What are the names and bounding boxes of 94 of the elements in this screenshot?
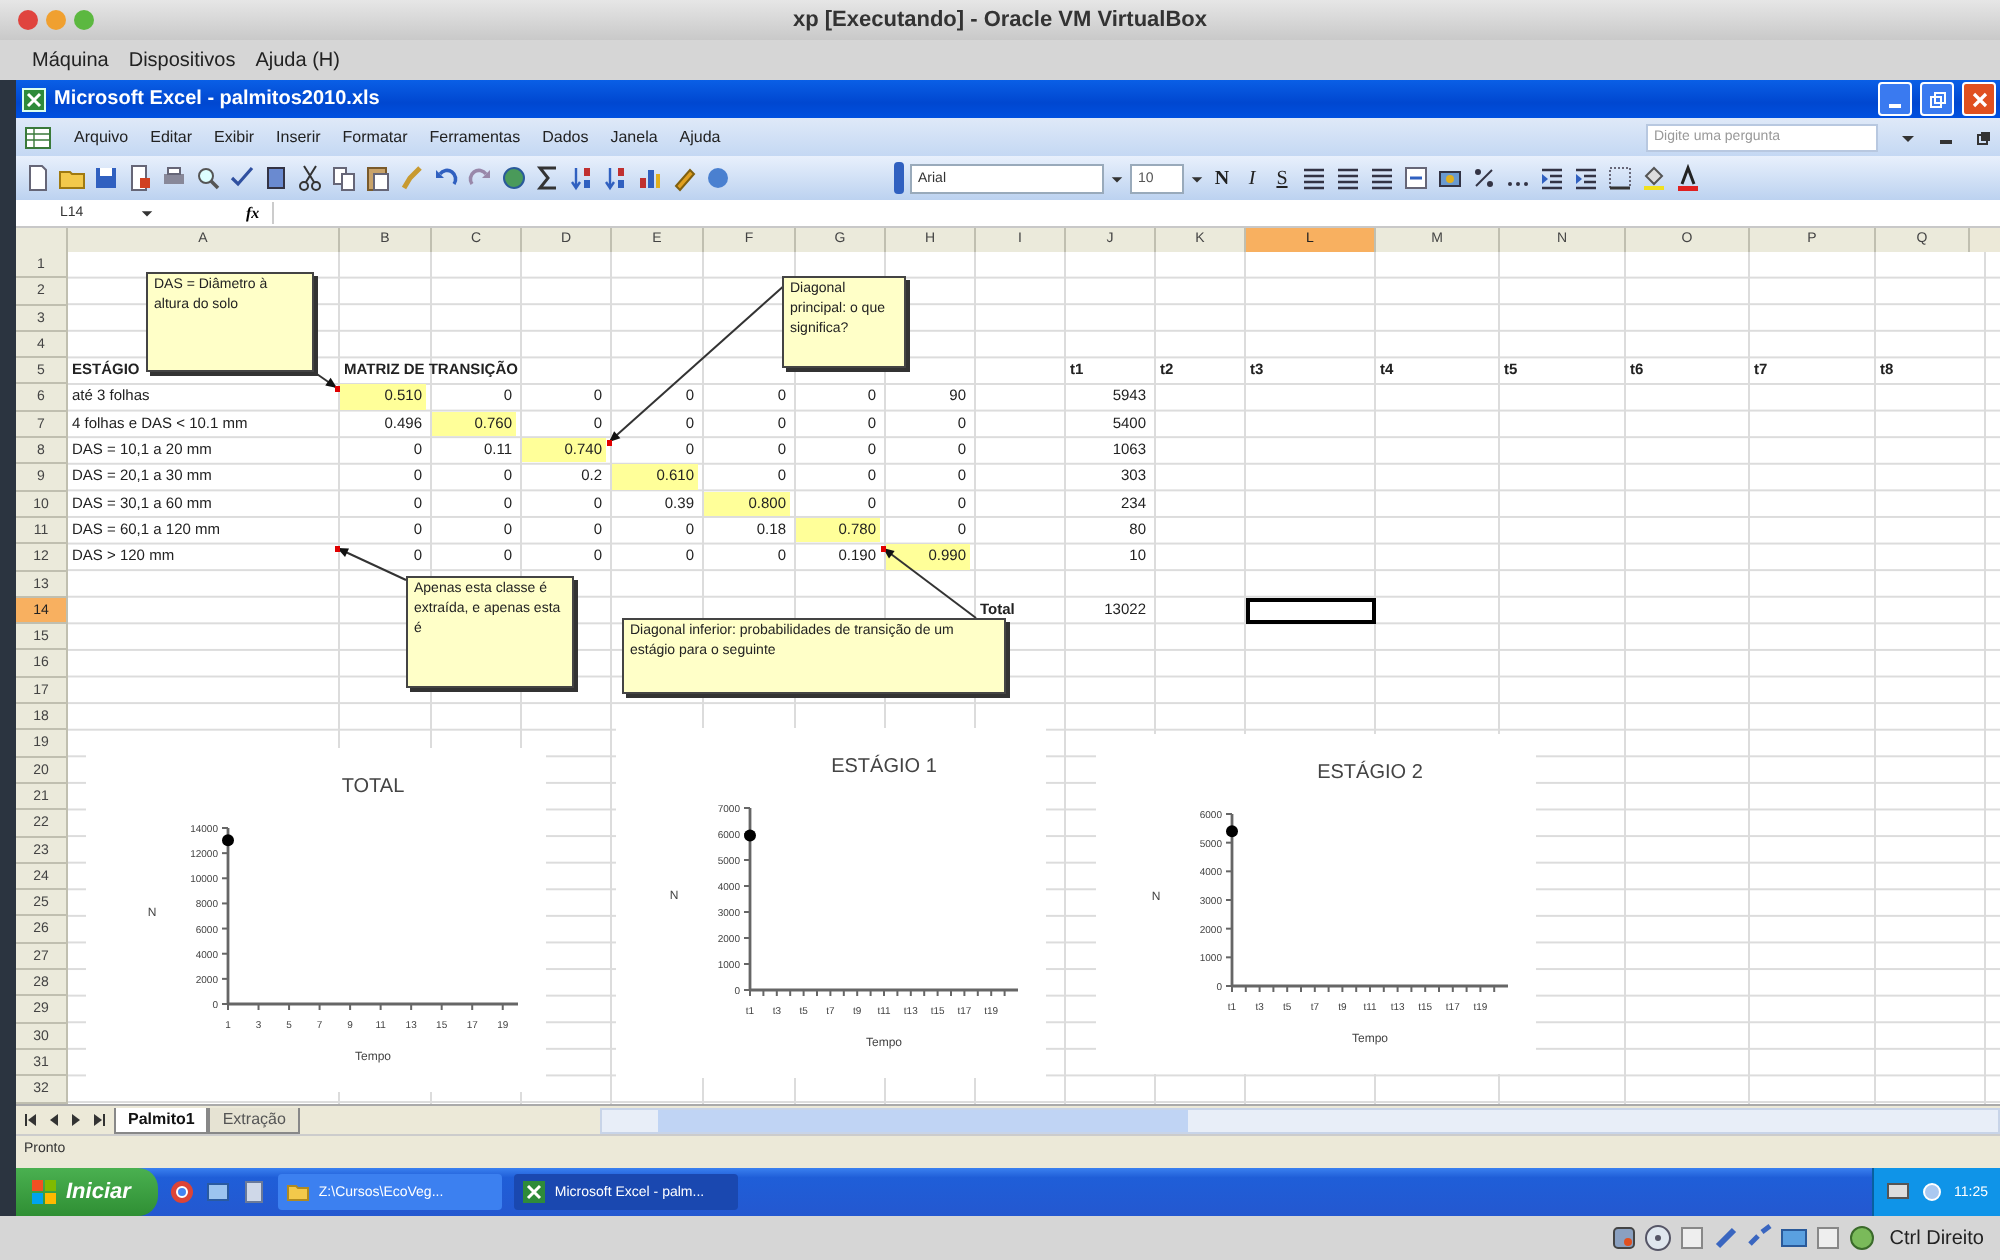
dropdown-arrow-icon[interactable] — [1110, 171, 1124, 185]
restore-button[interactable] — [1920, 82, 1954, 116]
dropdown-arrow-icon[interactable] — [140, 206, 154, 220]
minimize-button[interactable] — [1878, 82, 1912, 116]
host-key-label: Ctrl Direito — [1889, 1227, 1984, 1249]
toolbar-grip[interactable] — [894, 162, 904, 194]
sort-icon[interactable] — [602, 164, 630, 192]
format-button[interactable]: I — [1240, 167, 1264, 189]
sort-icon[interactable] — [568, 164, 596, 192]
menu-item[interactable]: Máquina — [32, 49, 109, 71]
selected-cell[interactable] — [1246, 597, 1376, 625]
close-window-icon[interactable] — [18, 10, 38, 30]
restore-icon[interactable] — [1976, 129, 1992, 145]
scissors-icon[interactable] — [296, 164, 324, 192]
help-icon[interactable] — [704, 164, 732, 192]
menu-item[interactable]: Dispositivos — [128, 49, 236, 71]
previous-sheet-icon[interactable] — [46, 1112, 62, 1128]
new-page-icon[interactable] — [24, 164, 52, 192]
menu-item[interactable]: Dados — [542, 128, 589, 146]
menu-item[interactable]: Janela — [610, 128, 658, 146]
menu-item[interactable]: Ajuda — [679, 128, 721, 146]
windows-flag-icon — [32, 1180, 56, 1204]
merge-cells-icon[interactable] — [1402, 164, 1430, 192]
indent-icon[interactable] — [1572, 164, 1600, 192]
spreadsheet-app-icon — [522, 1180, 547, 1204]
comment-arrow — [882, 547, 977, 619]
book-icon[interactable] — [262, 164, 290, 192]
display-icon[interactable] — [1779, 1224, 1808, 1252]
first-sheet-icon[interactable] — [24, 1112, 40, 1128]
chart-title: TOTAL — [341, 776, 405, 798]
format-button[interactable]: S — [1270, 167, 1294, 189]
sum-icon[interactable] — [534, 164, 562, 192]
folder-icon — [286, 1180, 311, 1204]
font-color-icon[interactable] — [1674, 164, 1702, 192]
align-lines-icon[interactable] — [1300, 164, 1328, 192]
dropdown-arrow-icon[interactable] — [1190, 171, 1204, 185]
comment-marker-icon — [607, 440, 612, 446]
floppy-drive-icon[interactable] — [1677, 1224, 1706, 1252]
next-sheet-icon[interactable] — [68, 1112, 84, 1128]
fill-bucket-icon[interactable] — [1640, 164, 1668, 192]
bar-chart-icon[interactable] — [636, 164, 664, 192]
monitor-icon[interactable] — [1886, 1180, 1910, 1204]
menu-item[interactable]: Exibir — [214, 128, 255, 146]
magnifier-icon[interactable] — [194, 164, 222, 192]
menu-item[interactable]: Formatar — [342, 128, 408, 146]
align-lines-icon[interactable] — [1334, 164, 1362, 192]
comment-marker-icon — [881, 546, 886, 552]
window-title: xp [Executando] - Oracle VM VirtualBox — [793, 8, 1207, 32]
align-lines-icon[interactable] — [1368, 164, 1396, 192]
format-button[interactable]: N — [1210, 167, 1234, 189]
comment-arrow — [336, 547, 407, 581]
menu-item[interactable]: Ferramentas — [429, 128, 521, 146]
copy-icon[interactable] — [330, 164, 358, 192]
comment-marker-icon — [335, 546, 340, 552]
restore-icon — [1927, 89, 1947, 109]
percent-icon[interactable] — [1470, 164, 1498, 192]
globe-icon[interactable] — [500, 164, 528, 192]
sheet-tab[interactable]: Extração — [208, 1107, 300, 1133]
menu-item[interactable]: Editar — [150, 128, 193, 146]
chart-title: ESTÁGIO 1 — [831, 756, 937, 778]
optical-disc-icon[interactable] — [1643, 1224, 1672, 1252]
horizontal-scrollbar[interactable] — [599, 1107, 2000, 1133]
browser-icon[interactable] — [170, 1180, 195, 1204]
program-icon[interactable] — [242, 1180, 267, 1204]
last-sheet-icon[interactable] — [90, 1112, 106, 1128]
menu-item[interactable]: Inserir — [276, 128, 321, 146]
clipboard-icon[interactable] — [364, 164, 392, 192]
minimize-icon — [1888, 104, 1902, 108]
borders-icon[interactable] — [1606, 164, 1634, 192]
chart-title: ESTÁGIO 2 — [1317, 762, 1423, 784]
close-icon — [1969, 89, 1989, 109]
page-lock-icon[interactable] — [126, 164, 154, 192]
shared-folder-icon[interactable] — [1813, 1224, 1842, 1252]
indent-icon[interactable] — [1538, 164, 1566, 192]
usb-plug-icon[interactable] — [1711, 1224, 1740, 1252]
pen-icon[interactable] — [670, 164, 698, 192]
data-point — [1226, 825, 1238, 838]
close-button[interactable] — [1962, 82, 1996, 116]
comment-arrow — [313, 371, 338, 389]
menu-item[interactable]: Ajuda (H) — [255, 49, 340, 71]
comment-marker-icon — [335, 386, 340, 392]
function-label[interactable]: fx — [234, 204, 272, 222]
checkmark-icon[interactable] — [228, 164, 256, 192]
data-point — [222, 834, 234, 847]
spreadsheet-app-icon — [22, 87, 46, 111]
window-title: Microsoft Excel - palmitos2010.xls — [54, 88, 380, 110]
scrollbar-thumb[interactable] — [657, 1109, 1189, 1131]
network-icon[interactable] — [1920, 1180, 1944, 1204]
mouse-icon[interactable] — [1847, 1224, 1876, 1252]
data-point — [744, 829, 756, 842]
desktop-icon[interactable] — [206, 1180, 231, 1204]
menu-item[interactable]: Arquivo — [74, 128, 129, 146]
sheet-tab[interactable]: Palmito1 — [114, 1107, 209, 1133]
spreadsheet-doc-icon — [24, 125, 52, 149]
